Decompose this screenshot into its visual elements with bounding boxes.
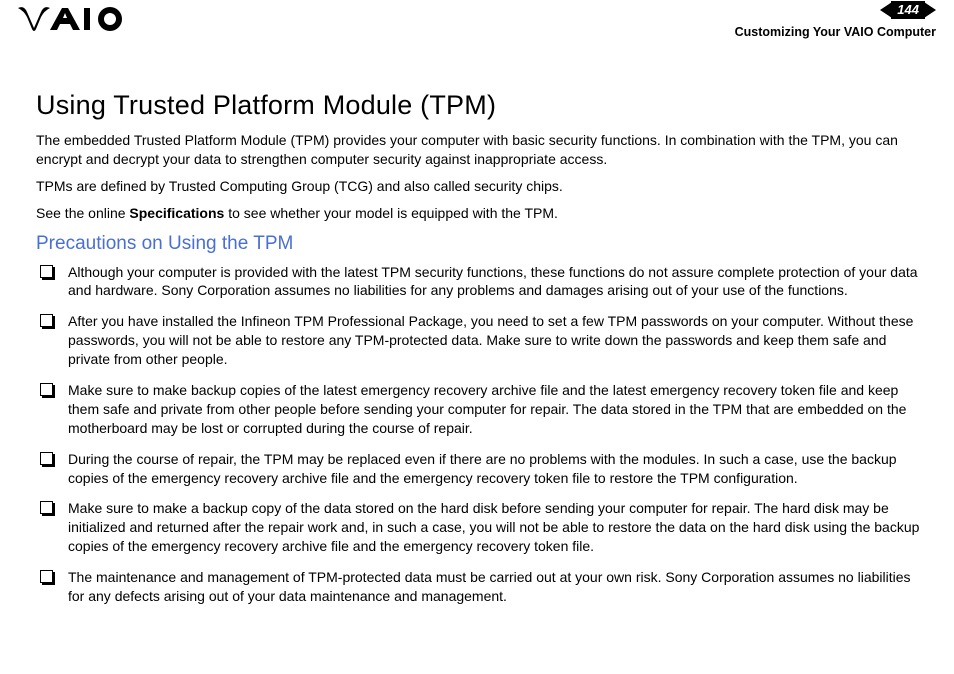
- content: Using Trusted Platform Module (TPM) The …: [0, 48, 954, 606]
- page-number: 144: [891, 1, 925, 19]
- intro3-bold: Specifications: [129, 205, 224, 221]
- page-title: Using Trusted Platform Module (TPM): [36, 90, 926, 121]
- list-item: Although your computer is provided with …: [36, 263, 926, 301]
- subheading: Precautions on Using the TPM: [36, 233, 926, 255]
- vaio-logo: [18, 6, 128, 39]
- intro3-pre: See the online: [36, 205, 129, 221]
- page: 144 Customizing Your VAIO Computer Using…: [0, 0, 954, 674]
- header: 144 Customizing Your VAIO Computer: [0, 0, 954, 48]
- intro-paragraph-2: TPMs are defined by Trusted Computing Gr…: [36, 177, 926, 196]
- list-item: After you have installed the Infineon TP…: [36, 312, 926, 369]
- precautions-list: Although your computer is provided with …: [36, 263, 926, 606]
- list-item: During the course of repair, the TPM may…: [36, 450, 926, 488]
- intro3-post: to see whether your model is equipped wi…: [224, 205, 558, 221]
- list-item: Make sure to make backup copies of the l…: [36, 381, 926, 438]
- list-item: The maintenance and management of TPM-pr…: [36, 568, 926, 606]
- breadcrumb: Customizing Your VAIO Computer: [735, 25, 936, 39]
- intro-paragraph-1: The embedded Trusted Platform Module (TP…: [36, 131, 926, 169]
- next-page-icon[interactable]: [924, 2, 936, 18]
- page-indicator: 144 Customizing Your VAIO Computer: [735, 0, 936, 39]
- list-item: Make sure to make a backup copy of the d…: [36, 499, 926, 556]
- intro-paragraph-3: See the online Specifications to see whe…: [36, 204, 926, 223]
